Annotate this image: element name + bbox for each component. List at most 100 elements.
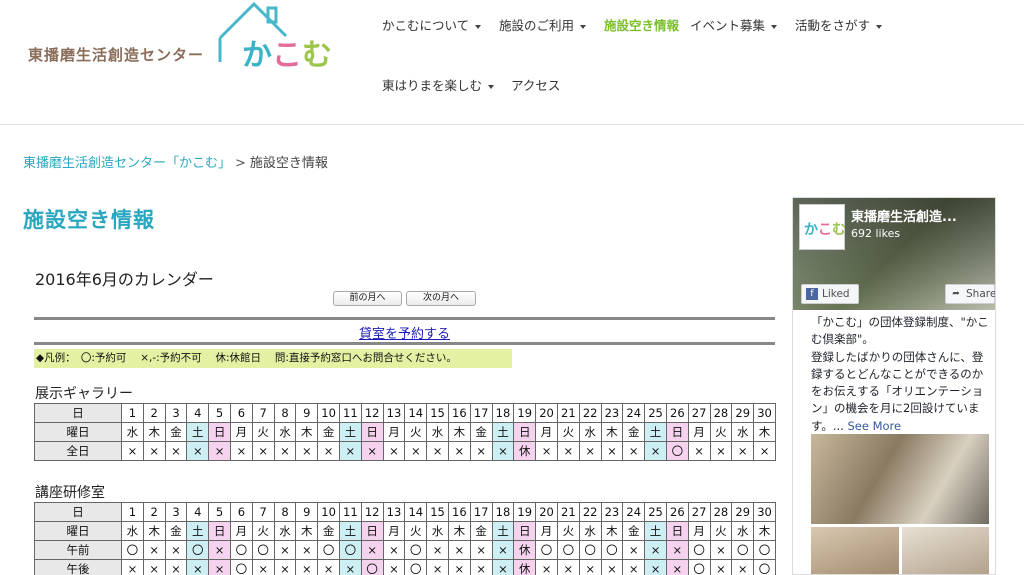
calendar-cell: × bbox=[164, 559, 188, 575]
calendar-cell: × bbox=[382, 441, 406, 461]
calendar-cell: 〇 bbox=[578, 540, 602, 560]
site-logo[interactable]: 東播磨生活創造センター かこむ bbox=[28, 0, 348, 80]
gallery-calendar-table: 日 1 2 3 4 5 6 7 8 9 10 11 12 13 14 15 16 17 18 19 20 21 22 23 24… bbox=[34, 403, 776, 461]
facebook-liked-button[interactable]: f Liked bbox=[801, 284, 859, 304]
calendar-cell: × bbox=[731, 441, 755, 461]
site-header: 東播磨生活創造センター かこむ かこむについて 施設のご利用 施設空き情報 イベ… bbox=[0, 0, 1024, 125]
calendar-cell: 29 bbox=[731, 403, 755, 423]
calendar-cell: × bbox=[142, 540, 166, 560]
calendar-cell: 13 bbox=[382, 502, 406, 522]
calendar-cell: × bbox=[208, 441, 231, 461]
facebook-share-button[interactable]: ➦ Share bbox=[945, 284, 995, 304]
row-header: 曜日 bbox=[34, 521, 122, 541]
calendar-cell: 30 bbox=[753, 502, 776, 522]
calendar-cell: 火 bbox=[404, 521, 428, 541]
calendar-cell: 水 bbox=[578, 422, 602, 442]
prev-month-button[interactable]: 前の月へ bbox=[333, 291, 402, 306]
calendar-cell: × bbox=[273, 540, 297, 560]
calendar-cell: 9 bbox=[295, 502, 319, 522]
reserve-room-link[interactable]: 貸室を予約する bbox=[34, 323, 775, 342]
calendar-cell: 土 bbox=[644, 521, 667, 541]
avatar-kana-ka: か bbox=[804, 222, 818, 238]
calendar-cell: × bbox=[317, 559, 340, 575]
nav-item-availability[interactable]: 施設空き情報 bbox=[604, 15, 679, 34]
facebook-page-name[interactable]: 東播磨生活創造... bbox=[851, 206, 957, 225]
calendar-cell: × bbox=[622, 540, 646, 560]
calendar-cell: 26 bbox=[665, 502, 689, 522]
calendar-cell: 火 bbox=[709, 521, 733, 541]
calendar-cell: 30 bbox=[753, 403, 776, 423]
calendar-cell: 11 bbox=[338, 403, 362, 423]
calendar-cell: 土 bbox=[338, 422, 362, 442]
calendar-cell: 金 bbox=[469, 521, 493, 541]
calendar-cell: × bbox=[556, 559, 580, 575]
facebook-post-photo[interactable] bbox=[811, 527, 899, 574]
facebook-cover-photo: かこむ 東播磨生活創造... 692 likes f Liked ➦ Share bbox=[793, 198, 995, 310]
calendar-cell: 〇 bbox=[731, 540, 755, 560]
availability-row: 全日 × × × × × × × × × × × × × × × × × × 休 × × × × × × 〇 × × × × bbox=[34, 441, 776, 461]
calendar-cell: 19 bbox=[513, 403, 537, 423]
calendar-cell: × bbox=[426, 441, 449, 461]
calendar-cell: 7 bbox=[251, 502, 275, 522]
calendar-cell: 〇 bbox=[251, 540, 275, 560]
calendar-cell: 1 bbox=[121, 502, 144, 522]
see-more-link[interactable]: See More bbox=[847, 419, 901, 433]
nav-label: かこむについて bbox=[382, 18, 470, 33]
calendar-cell: 日 bbox=[208, 422, 231, 442]
nav-label: 施設空き情報 bbox=[604, 18, 680, 33]
calendar-cell: 水 bbox=[426, 422, 449, 442]
calendar-cell: 〇 bbox=[687, 559, 711, 575]
legend: ◆凡例： 〇:予約可 ×,-:予約不可 休:休館日 問:直接予約窓口へお問合せく… bbox=[34, 349, 512, 368]
breadcrumb: 東播磨生活創造センター「かこむ」 > 施設空き情報 bbox=[23, 152, 328, 171]
row-header: 日 bbox=[34, 502, 122, 522]
calendar-cell: 1 bbox=[121, 403, 144, 423]
calendar-cell: × bbox=[687, 441, 711, 461]
calendar-cell: 8 bbox=[273, 403, 297, 423]
calendar-cell: 25 bbox=[644, 502, 667, 522]
facebook-post-photo[interactable] bbox=[811, 434, 989, 524]
day-number-row: 日 1 2 3 4 5 6 7 8 9 10 11 12 13 14 15 16 17 18 19 20 21 22 23 24… bbox=[34, 403, 776, 423]
calendar-cell: 〇 bbox=[600, 540, 624, 560]
nav-item-events[interactable]: イベント募集 bbox=[690, 15, 778, 34]
breadcrumb-home-link[interactable]: 東播磨生活創造センター「かこむ」 bbox=[23, 156, 231, 171]
calendar-cell: 4 bbox=[186, 502, 210, 522]
calendar-title: 2016年6月のカレンダー bbox=[35, 270, 214, 289]
nav-item-about[interactable]: かこむについて bbox=[382, 15, 482, 34]
calendar-cell: 22 bbox=[578, 403, 602, 423]
calendar-cell: 月 bbox=[229, 521, 253, 541]
calendar-cell: × bbox=[469, 559, 493, 575]
calendar-cell: 25 bbox=[644, 403, 667, 423]
logo-kana-mu: む bbox=[302, 38, 332, 73]
facebook-page-avatar[interactable]: かこむ bbox=[799, 204, 846, 250]
nav-item-facility-use[interactable]: 施設のご利用 bbox=[499, 15, 587, 34]
calendar-cell: 土 bbox=[644, 422, 667, 442]
calendar-cell: 金 bbox=[469, 422, 493, 442]
chevron-down-icon bbox=[475, 24, 482, 29]
seminar-calendar-table: 日 1 2 3 4 5 6 7 8 9 10 11 12 13 14 15 16 17 18 19 20 21 22 23 24… bbox=[34, 502, 776, 575]
nav-item-access[interactable]: アクセス bbox=[511, 75, 560, 94]
calendar-cell: × bbox=[491, 441, 515, 461]
calendar-cell: 17 bbox=[469, 403, 493, 423]
calendar-cell: 19 bbox=[513, 502, 537, 522]
calendar-cell: 木 bbox=[295, 422, 319, 442]
calendar-cell: × bbox=[731, 559, 755, 575]
nav-item-activities[interactable]: 活動をさがす bbox=[795, 15, 883, 34]
day-number-row: 日 1 2 3 4 5 6 7 8 9 10 11 12 13 14 15 16 17 18 19 20 21 22 23 24… bbox=[34, 502, 776, 522]
nav-item-enjoy[interactable]: 東はりまを楽しむ bbox=[382, 75, 495, 94]
next-month-button[interactable]: 次の月へ bbox=[406, 291, 476, 306]
calendar-cell: × bbox=[382, 559, 406, 575]
calendar-cell: 月 bbox=[382, 422, 406, 442]
facebook-post-photo[interactable] bbox=[902, 527, 989, 574]
row-header: 曜日 bbox=[34, 422, 122, 442]
chevron-down-icon bbox=[580, 24, 587, 29]
page-title: 施設空き情報 bbox=[23, 208, 155, 232]
calendar-cell: 15 bbox=[426, 403, 449, 423]
calendar-cell: 16 bbox=[447, 502, 471, 522]
calendar-cell: × bbox=[360, 540, 384, 560]
calendar-cell: 27 bbox=[687, 403, 711, 423]
calendar-cell: 金 bbox=[317, 521, 340, 541]
calendar-cell: 23 bbox=[600, 403, 624, 423]
calendar-cell: × bbox=[665, 540, 689, 560]
calendar-cell: × bbox=[208, 540, 231, 560]
calendar-cell: 13 bbox=[382, 403, 406, 423]
